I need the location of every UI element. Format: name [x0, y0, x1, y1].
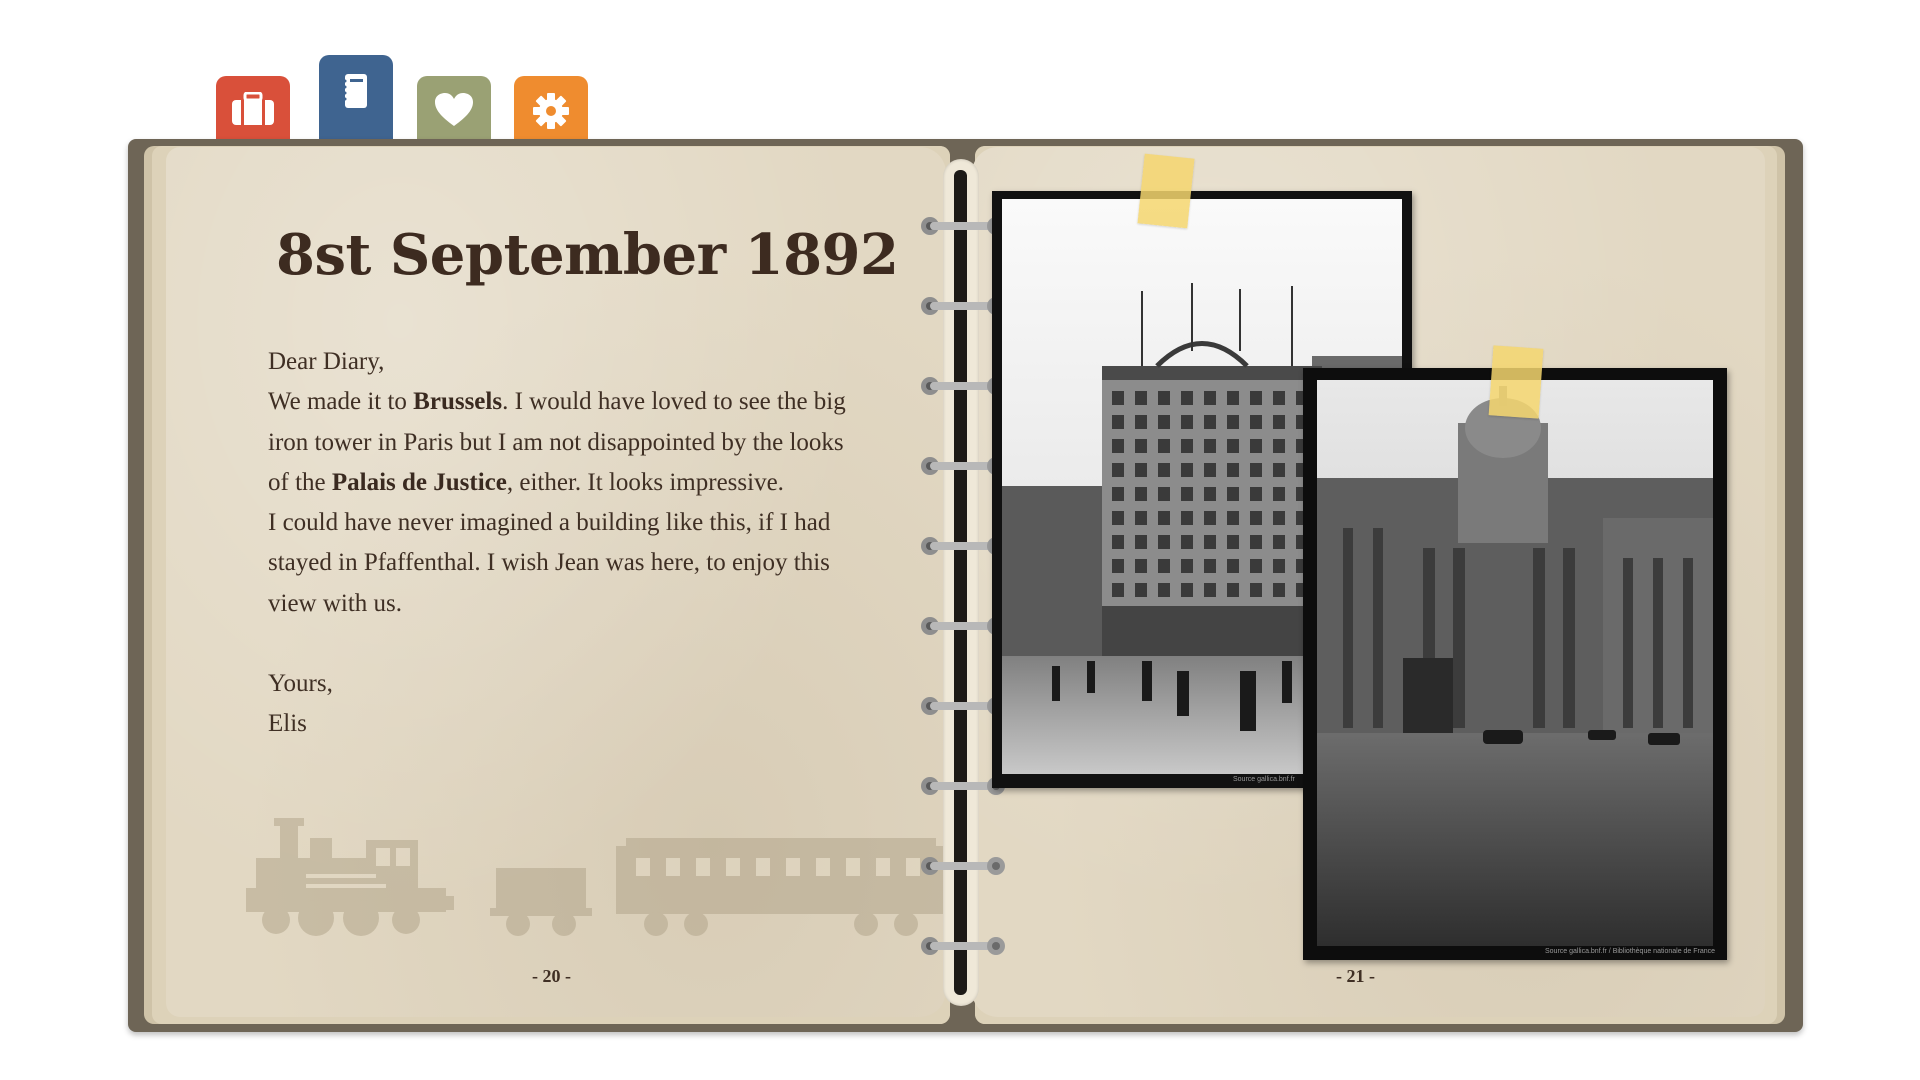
- salutation: Dear Diary,: [268, 348, 385, 375]
- page-number-left: - 20 -: [532, 966, 571, 986]
- photo-hotel-credit: Source gallica.bnf.fr: [1233, 776, 1295, 783]
- closing: Yours,: [268, 670, 333, 698]
- tab-travel[interactable]: [216, 76, 290, 146]
- tape-strip: [1137, 153, 1195, 229]
- notebook-icon: [343, 74, 367, 108]
- tab-settings[interactable]: [514, 76, 588, 146]
- tape-strip: [1488, 345, 1544, 419]
- tab-favorites[interactable]: [417, 76, 491, 146]
- entry-body: Dear Diary, We made it to Brussels. I wo…: [268, 342, 868, 745]
- photo-palais-de-justice[interactable]: [1303, 368, 1727, 960]
- train-illustration: [246, 818, 946, 936]
- tab-diary[interactable]: [319, 55, 393, 146]
- gear-icon: [533, 93, 569, 129]
- page-number-right: - 21 -: [1336, 966, 1375, 986]
- place-brussels: Brussels: [413, 388, 503, 416]
- suitcase-icon: [232, 92, 274, 125]
- entry-title: 8st September 1892: [276, 222, 899, 288]
- photo-palais-credit: Source gallica.bnf.fr / Bibliothèque nat…: [1545, 948, 1716, 955]
- place-palais: Palais de Justice: [331, 468, 507, 496]
- paragraph-2: I could have never imagined a building l…: [268, 509, 831, 617]
- spiral-ring: [921, 857, 1005, 875]
- spiral-ring: [921, 937, 1005, 955]
- signature: Elis: [268, 710, 307, 738]
- paragraph-1: We made it to Brussels. I would have lov…: [268, 388, 846, 496]
- heart-icon: [435, 93, 473, 126]
